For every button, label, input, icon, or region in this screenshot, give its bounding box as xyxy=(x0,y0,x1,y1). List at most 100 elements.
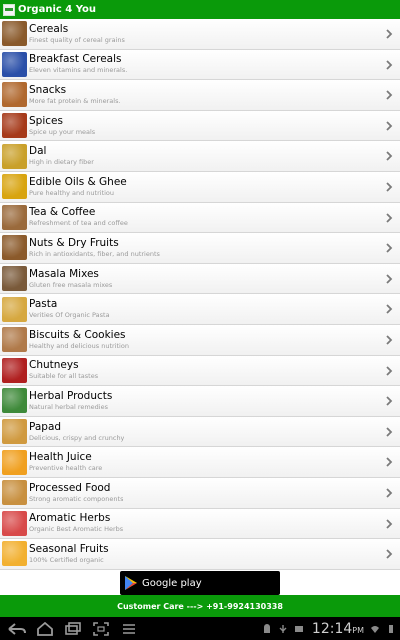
category-texts: Snacks More fat protein & minerals. xyxy=(29,84,121,106)
category-row-cereals[interactable]: Cereals Finest quality of cereal grains xyxy=(0,19,400,50)
category-subtitle: Strong aromatic components xyxy=(29,494,124,503)
customer-care-bar[interactable]: Customer Care ---> +91-9924130338 xyxy=(0,595,400,617)
category-row-biscuits-and-cookies[interactable]: Biscuits & Cookies Healthy and delicious … xyxy=(0,324,400,356)
recent-apps-button[interactable] xyxy=(62,620,84,638)
category-name: Edible Oils & Ghee xyxy=(29,175,127,188)
category-subtitle: Eleven vitamins and minerals. xyxy=(29,66,128,75)
home-icon xyxy=(37,621,53,636)
category-name: Tea & Coffee xyxy=(29,206,96,219)
category-row-tea-and-coffee[interactable]: Tea & Coffee Refreshment of tea and coffe… xyxy=(0,202,400,234)
chevron-right-icon xyxy=(386,518,393,529)
category-texts: Cereals Finest quality of cereal grains xyxy=(29,23,125,45)
clock: 12:14PM xyxy=(312,621,364,637)
category-name: Pasta xyxy=(29,298,58,311)
category-texts: Edible Oils & Ghee Pure healthy and nutri… xyxy=(29,176,127,198)
category-thumbnail xyxy=(2,480,27,506)
back-icon xyxy=(8,622,26,635)
home-button[interactable] xyxy=(34,620,56,638)
google-play-badge[interactable]: Google play xyxy=(120,571,280,595)
category-subtitle: Delicious, crispy and crunchy xyxy=(29,433,125,442)
category-name: Cereals xyxy=(29,22,69,35)
category-row-nuts-and-dry-fruits[interactable]: Nuts & Dry Fruits Rich in antioxidants, f… xyxy=(0,233,400,264)
category-row-dal[interactable]: Dal High in dietary fiber xyxy=(0,141,400,172)
category-row-aromatic-herbs[interactable]: Aromatic Herbs Organic Best Aromatic Herb… xyxy=(0,508,400,540)
category-subtitle: High in dietary fiber xyxy=(29,158,94,167)
category-row-papad[interactable]: Papad Delicious, crispy and crunchy xyxy=(0,416,400,448)
category-row-seasonal-fruits[interactable]: Seasonal Fruits 100% Certified organic xyxy=(0,539,400,570)
category-name: Dal xyxy=(29,145,47,158)
battery-icon xyxy=(389,624,393,633)
google-play-icon xyxy=(125,576,137,590)
screenshot-button[interactable] xyxy=(90,620,112,638)
category-thumbnail xyxy=(2,204,27,230)
category-subtitle: Verities Of Organic Pasta xyxy=(29,311,110,320)
category-thumbnail xyxy=(2,357,27,383)
category-thumbnail xyxy=(2,82,27,108)
category-texts: Aromatic Herbs Organic Best Aromatic Herb… xyxy=(29,512,123,534)
category-subtitle: Suitable for all tastes xyxy=(29,372,99,381)
category-thumbnail xyxy=(2,327,27,353)
category-name: Papad xyxy=(29,420,62,433)
category-subtitle: Pure healthy and nutritiou xyxy=(29,188,115,197)
chevron-right-icon xyxy=(386,59,393,70)
category-row-breakfast-cereals[interactable]: Breakfast Cereals Eleven vitamins and min… xyxy=(0,49,400,81)
category-thumbnail xyxy=(2,296,27,322)
category-texts: Health Juice Preventive health care xyxy=(29,451,102,473)
category-row-processed-food[interactable]: Processed Food Strong aromatic components xyxy=(0,477,400,509)
back-button[interactable] xyxy=(6,620,28,638)
category-thumbnail xyxy=(2,51,27,77)
chevron-right-icon xyxy=(386,212,393,223)
category-thumbnail xyxy=(2,449,27,475)
category-texts: Seasonal Fruits 100% Certified organic xyxy=(29,543,109,565)
category-name: Nuts & Dry Fruits xyxy=(29,236,119,249)
app-title: Organic 4 You xyxy=(18,4,97,15)
category-row-spices[interactable]: Spices Spice up your meals xyxy=(0,110,400,142)
chevron-right-icon xyxy=(386,549,393,559)
category-name: Spices xyxy=(29,114,63,127)
category-name: Chutneys xyxy=(29,359,79,372)
category-name: Breakfast Cereals xyxy=(29,53,122,66)
category-name: Snacks xyxy=(29,83,67,96)
category-thumbnail xyxy=(2,174,27,200)
chevron-right-icon xyxy=(386,335,393,345)
category-texts: Biscuits & Cookies Healthy and delicious … xyxy=(29,329,129,351)
notification-icon xyxy=(294,625,303,632)
category-row-pasta[interactable]: Pasta Verities Of Organic Pasta xyxy=(0,294,400,325)
category-texts: Spices Spice up your meals xyxy=(29,115,95,137)
chevron-right-icon xyxy=(386,121,393,131)
category-subtitle: More fat protein & minerals. xyxy=(29,96,121,105)
category-name: Seasonal Fruits xyxy=(29,542,109,555)
chevron-right-icon xyxy=(386,29,393,39)
category-texts: Breakfast Cereals Eleven vitamins and min… xyxy=(29,53,127,75)
category-subtitle: Finest quality of cereal grains xyxy=(29,35,125,44)
category-row-snacks[interactable]: Snacks More fat protein & minerals. xyxy=(0,80,400,111)
category-texts: Papad Delicious, crispy and crunchy xyxy=(29,421,124,443)
category-subtitle: Rich in antioxidants, fiber, and nutrien… xyxy=(29,249,160,258)
chevron-right-icon xyxy=(386,365,393,376)
category-subtitle: Healthy and delicious nutrition xyxy=(29,341,129,350)
chevron-right-icon xyxy=(386,151,393,162)
category-row-chutneys[interactable]: Chutneys Suitable for all tastes xyxy=(0,355,400,387)
category-subtitle: Natural herbal remedies xyxy=(29,402,108,411)
category-thumbnail xyxy=(2,113,27,139)
screenshot-icon xyxy=(93,621,109,636)
wifi-icon xyxy=(371,625,379,633)
clock-ampm: PM xyxy=(352,625,364,635)
customer-care-text: Customer Care ---> +91-9924130338 xyxy=(117,601,283,611)
category-thumbnail xyxy=(2,143,27,169)
category-row-masala-mixes[interactable]: Masala Mixes Gluten free masala mixes xyxy=(0,263,400,295)
clock-time: 12:14 xyxy=(311,620,353,637)
category-name: Aromatic Herbs xyxy=(29,512,111,525)
recent-apps-icon xyxy=(65,621,81,635)
category-name: Herbal Products xyxy=(29,389,113,402)
category-name: Masala Mixes xyxy=(29,267,99,280)
category-row-herbal-products[interactable]: Herbal Products Natural herbal remedies xyxy=(0,386,400,417)
android-icon xyxy=(263,623,270,633)
chevron-right-icon xyxy=(386,427,393,437)
category-thumbnail xyxy=(2,419,27,445)
menu-button[interactable] xyxy=(118,620,140,638)
category-row-health-juice[interactable]: Health Juice Preventive health care xyxy=(0,447,400,478)
category-row-edible-oils-and-ghee[interactable]: Edible Oils & Ghee Pure healthy and nutri… xyxy=(0,171,400,203)
chevron-right-icon xyxy=(386,457,393,467)
category-thumbnail xyxy=(2,510,27,536)
